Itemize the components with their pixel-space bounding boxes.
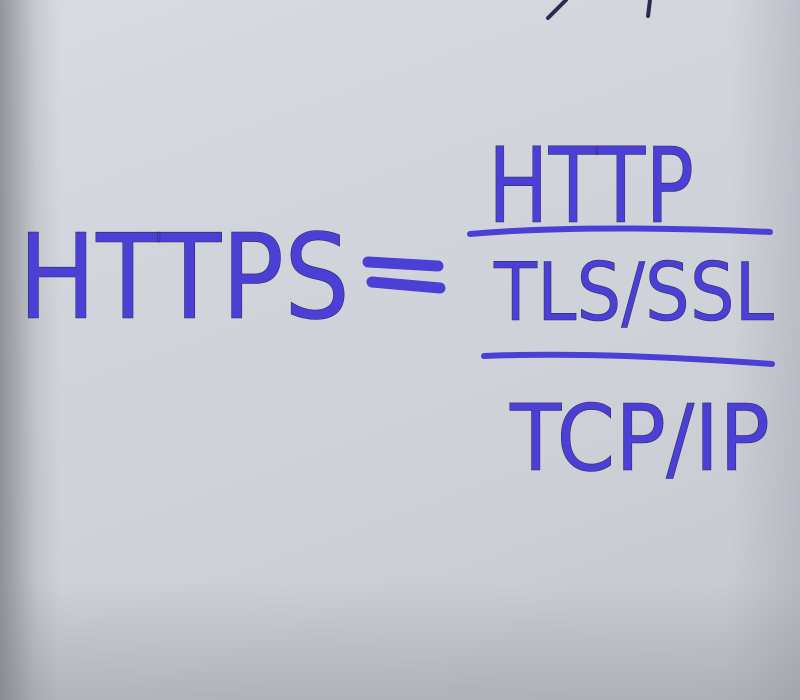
whiteboard-photo: HTTPS HTTP TLS/SSL TCP/IP xyxy=(0,0,800,700)
layer-middle-text: TLS/SSL xyxy=(493,246,774,339)
handwritten-equation: HTTPS HTTP TLS/SSL TCP/IP xyxy=(18,0,775,492)
divider-line-lower xyxy=(481,351,775,367)
layer-bottom-text: TCP/IP xyxy=(509,385,770,492)
stray-ink-mark-left xyxy=(546,0,568,20)
stray-ink-mark-right xyxy=(646,0,652,18)
equals-sign xyxy=(362,256,446,294)
lhs-text: HTTPS xyxy=(18,208,350,346)
